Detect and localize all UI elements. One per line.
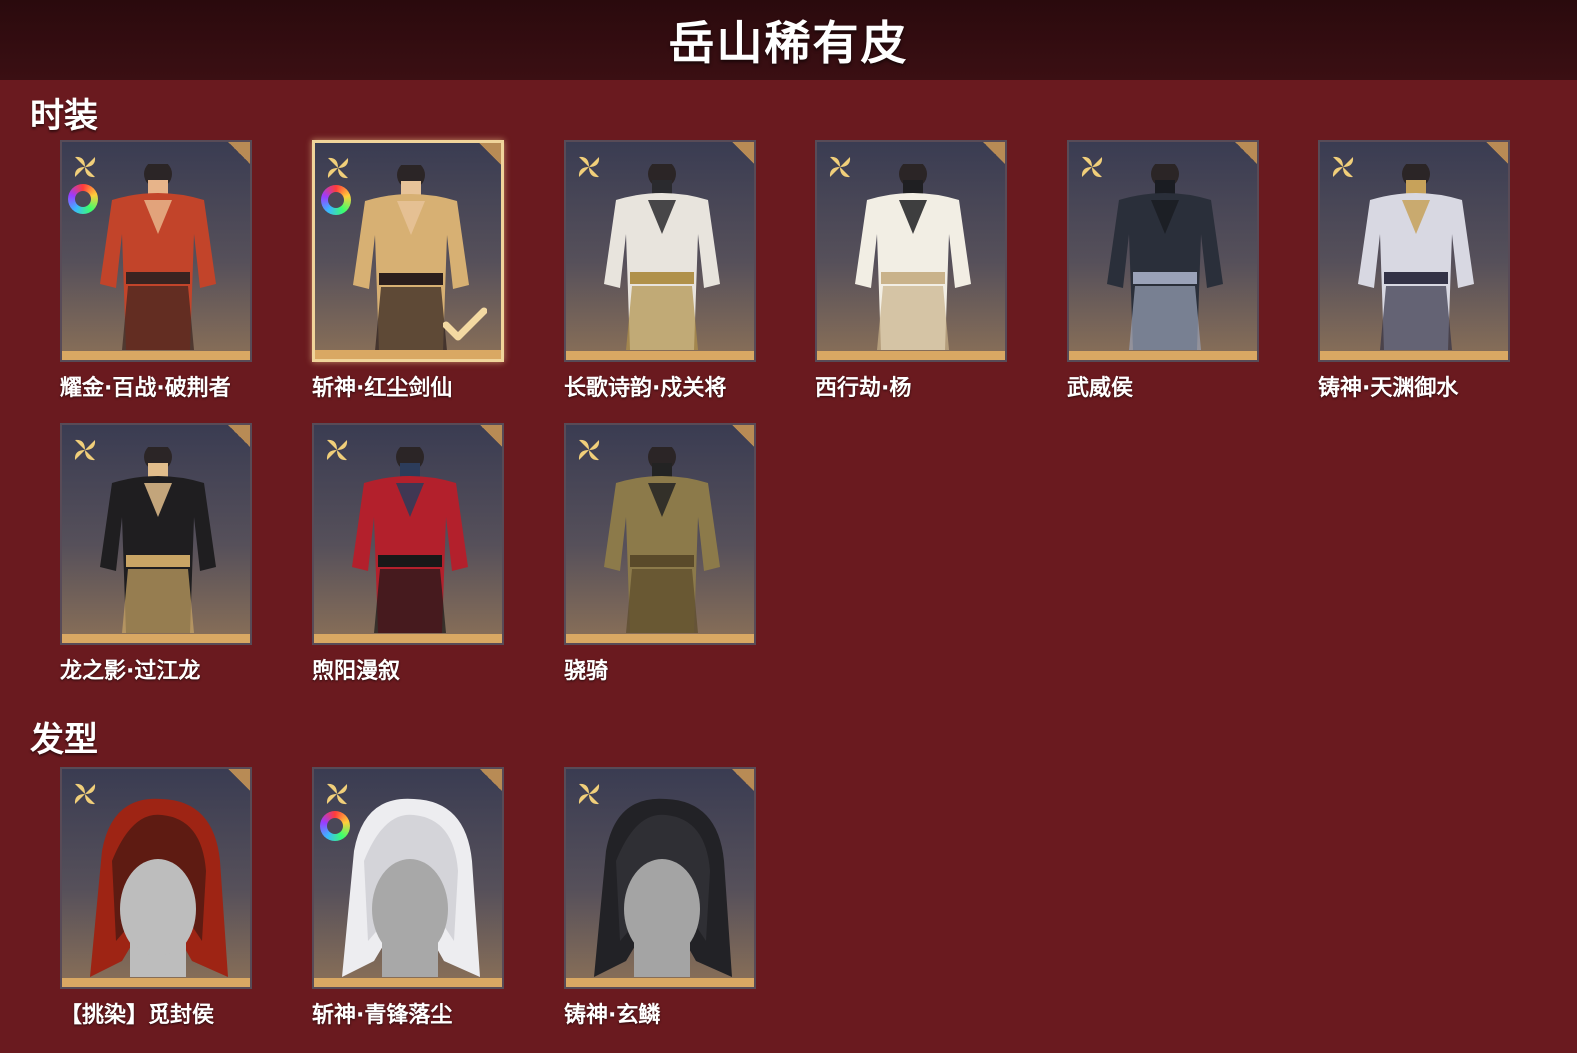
outfit-preview-image [1358,164,1474,350]
hair-preview-image [90,798,228,977]
outfit-preview-image [604,164,720,350]
rarity-flower-icon [1332,156,1354,178]
card-rarity-bar [314,978,502,987]
outfit-preview-image [855,164,971,350]
rarity-flower-icon [578,156,600,178]
outfit-preview-image [100,164,216,350]
page-header: 岳山稀有皮 [0,0,1577,80]
outfit-preview-image [100,447,216,633]
rarity-flower-icon [326,439,348,461]
outfit-card[interactable] [1318,140,1510,362]
outfit-name-label: 龙之影·过江龙 [60,659,201,684]
corner-tab-icon [480,769,502,791]
outfit-preview-image [352,447,468,633]
rarity-flower-icon [578,783,600,805]
card-rarity-bar [314,634,502,643]
card-rarity-bar [817,351,1005,360]
color-wheel-icon [68,184,98,214]
hair-preview-image [342,798,480,977]
page-title: 岳山稀有皮 [668,16,909,70]
outfit-card[interactable] [564,423,756,645]
rarity-flower-icon [578,439,600,461]
check-icon [443,307,487,341]
outfit-preview-image [1107,164,1223,350]
card-rarity-bar [62,351,250,360]
hair-preview-image [594,798,732,977]
outfit-name-label: 长歌诗韵·戍关将 [564,376,727,401]
corner-tab-icon [732,142,754,164]
card-rarity-bar [315,350,501,359]
outfit-card[interactable] [1067,140,1259,362]
card-rarity-bar [1320,351,1508,360]
hair-name-label: 【挑染】觅封侯 [60,1003,215,1028]
corner-tab-icon [1486,142,1508,164]
outfit-card[interactable] [564,140,756,362]
section-title-fashion: 时装 [30,96,98,136]
card-rarity-bar [1069,351,1257,360]
card-rarity-bar [62,634,250,643]
outfit-name-label: 西行劫·杨 [815,376,912,401]
corner-tab-icon [228,769,250,791]
outfit-name-label: 煦阳漫叙 [312,659,401,684]
section-title-hair: 发型 [30,720,98,760]
outfit-name-label: 耀金·百战·破荆者 [60,376,231,401]
hair-name-label: 铸神·玄鳞 [564,1003,661,1028]
color-wheel-icon [320,811,350,841]
corner-tab-icon [732,769,754,791]
outfit-card[interactable] [312,140,504,362]
corner-tab-icon [228,142,250,164]
rarity-flower-icon [74,439,96,461]
card-rarity-bar [566,351,754,360]
hair-name-label: 斩神·青锋落尘 [312,1003,453,1028]
corner-tab-icon [479,143,501,165]
card-rarity-bar [566,978,754,987]
outfit-name-label: 斩神·红尘剑仙 [312,376,453,401]
outfit-name-label: 骁骑 [564,659,609,684]
corner-tab-icon [732,425,754,447]
corner-tab-icon [228,425,250,447]
rarity-flower-icon [326,783,348,805]
color-wheel-icon [321,185,351,215]
outfit-name-label: 铸神·天渊御水 [1318,376,1459,401]
outfit-name-label: 武威侯 [1067,376,1134,401]
corner-tab-icon [1235,142,1257,164]
outfit-card[interactable] [60,423,252,645]
rarity-flower-icon [74,783,96,805]
rarity-flower-icon [1081,156,1103,178]
hair-card[interactable] [312,767,504,989]
card-rarity-bar [566,634,754,643]
rarity-flower-icon [327,157,349,179]
outfit-card[interactable] [815,140,1007,362]
corner-tab-icon [983,142,1005,164]
rarity-flower-icon [829,156,851,178]
rarity-flower-icon [74,156,96,178]
hair-card[interactable] [60,767,252,989]
outfit-card[interactable] [312,423,504,645]
hair-card[interactable] [564,767,756,989]
outfit-card[interactable] [60,140,252,362]
card-rarity-bar [62,978,250,987]
outfit-preview-image [604,447,720,633]
corner-tab-icon [480,425,502,447]
